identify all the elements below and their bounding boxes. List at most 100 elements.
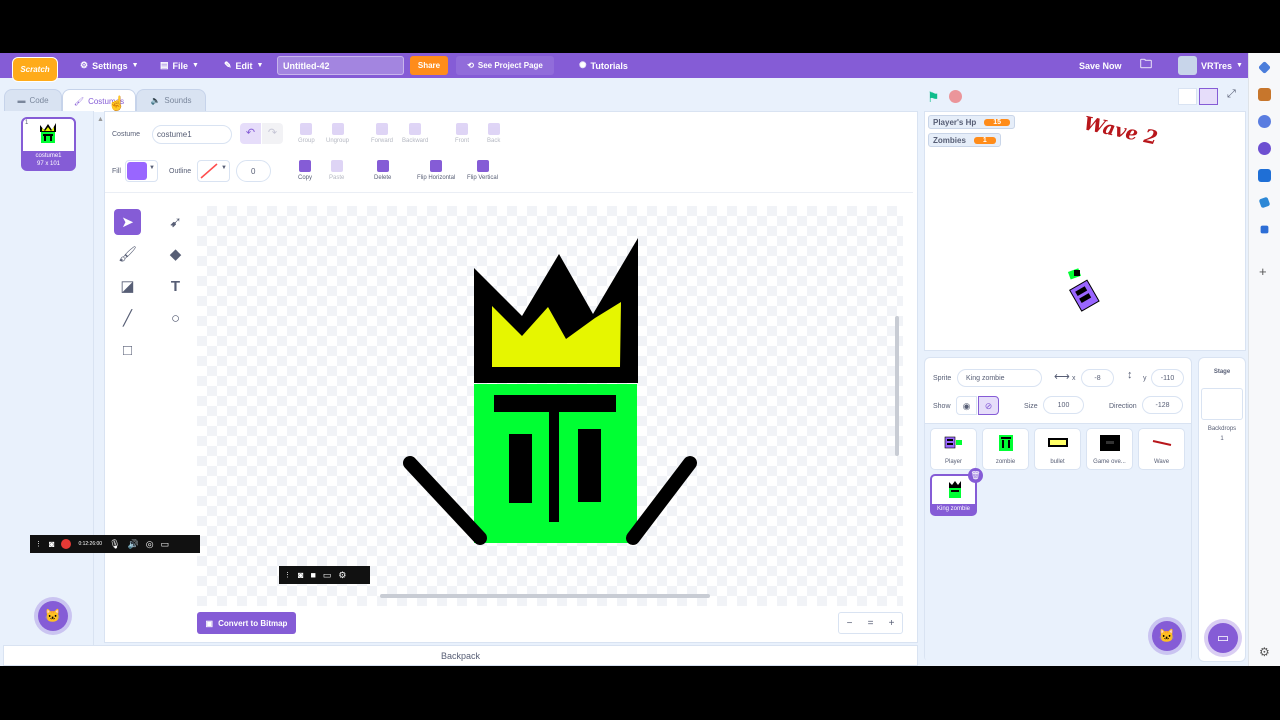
brush-tool[interactable]: 🖌 bbox=[114, 241, 141, 267]
tutorials-button[interactable]: ✺ Tutorials bbox=[579, 53, 628, 78]
copy-button[interactable]: Copy bbox=[298, 160, 312, 181]
size-label: Size bbox=[1024, 403, 1038, 410]
zoom-reset-button[interactable]: = bbox=[868, 618, 874, 629]
backpack-bar[interactable]: Backpack bbox=[3, 645, 918, 666]
project-title-input[interactable] bbox=[277, 56, 404, 75]
record-button[interactable] bbox=[61, 539, 72, 549]
direction-input[interactable]: -128 bbox=[1142, 396, 1183, 414]
plus-icon[interactable]: + bbox=[1259, 264, 1267, 279]
send-icon[interactable] bbox=[1258, 196, 1271, 209]
green-flag-icon[interactable]: ⚑ bbox=[927, 89, 940, 106]
circle-icon[interactable] bbox=[1258, 115, 1271, 128]
bing-icon[interactable] bbox=[1260, 225, 1269, 234]
delete-sprite-button[interactable]: 🗑 bbox=[968, 468, 983, 483]
share-button[interactable]: Share bbox=[410, 56, 448, 75]
speaker-icon: 🔈 bbox=[150, 96, 161, 105]
briefcase-icon[interactable] bbox=[1258, 88, 1271, 101]
small-stage-button[interactable] bbox=[1178, 88, 1197, 105]
horizontal-scrollbar[interactable] bbox=[380, 594, 710, 598]
video-icon[interactable]: ■ bbox=[310, 570, 315, 580]
zoom-in-button[interactable]: + bbox=[889, 618, 895, 629]
choose-costume-button[interactable]: 🐱 bbox=[38, 601, 68, 631]
eraser-tool[interactable]: ◆ bbox=[162, 241, 189, 267]
outlook-icon[interactable] bbox=[1258, 169, 1271, 182]
sprite-tile-bullet[interactable]: bullet bbox=[1034, 428, 1081, 470]
wave-thumbnail bbox=[1152, 440, 1172, 446]
show-visible-button[interactable]: ◉ bbox=[956, 396, 977, 415]
paint-canvas[interactable] bbox=[197, 206, 903, 606]
x-input[interactable]: -8 bbox=[1081, 369, 1114, 387]
gear-icon[interactable]: ⚙ bbox=[338, 570, 346, 581]
settings-menu[interactable]: ⚙ Settings ▼ bbox=[80, 53, 139, 78]
sprite-tile-player[interactable]: Player bbox=[930, 428, 977, 470]
gear-icon[interactable]: ⚙ bbox=[1259, 645, 1270, 659]
copilot-icon[interactable] bbox=[1258, 142, 1271, 155]
size-input[interactable]: 100 bbox=[1043, 396, 1084, 414]
rectangle-tool[interactable]: □ bbox=[114, 337, 141, 363]
tab-code[interactable]: ▬ Code bbox=[4, 89, 62, 111]
window-icon[interactable]: ▭ bbox=[323, 570, 332, 581]
line-tool[interactable]: ╱ bbox=[114, 305, 141, 331]
tag-icon[interactable] bbox=[1258, 61, 1271, 74]
vertical-scrollbar[interactable] bbox=[895, 316, 899, 456]
flip-horizontal-button[interactable]: Flip Horizontal bbox=[417, 160, 455, 181]
back-button[interactable]: Back bbox=[487, 123, 500, 144]
scroll-up-icon[interactable]: ▲ bbox=[97, 116, 104, 123]
backdrop-thumbnail[interactable] bbox=[1201, 388, 1243, 420]
stop-icon[interactable] bbox=[949, 90, 962, 103]
convert-to-bitmap-button[interactable]: ▣ Convert to Bitmap bbox=[197, 612, 296, 634]
ungroup-button[interactable]: Ungroup bbox=[326, 123, 349, 144]
group-button[interactable]: Group bbox=[298, 123, 315, 144]
front-button[interactable]: Front bbox=[455, 123, 469, 144]
sprite-tile-king-zombie[interactable]: King zombie 🗑 bbox=[930, 468, 983, 516]
screen-icon[interactable]: ▭ bbox=[161, 539, 170, 550]
save-now-button[interactable]: Save Now bbox=[1079, 53, 1122, 78]
reshape-tool[interactable]: ➹ bbox=[162, 209, 189, 235]
sprite-tile-game-over[interactable]: Game ove... bbox=[1086, 428, 1133, 470]
camera-icon[interactable]: ◙ bbox=[49, 539, 54, 549]
tab-sounds[interactable]: 🔈 Sounds bbox=[136, 89, 206, 111]
large-stage-button[interactable] bbox=[1199, 88, 1218, 105]
redo-button[interactable]: ↷ bbox=[262, 123, 283, 144]
folder-icon[interactable]: 🗀 bbox=[1140, 53, 1152, 78]
sprite-name-input[interactable]: King zombie bbox=[957, 369, 1042, 387]
fullscreen-icon[interactable]: ⤢ bbox=[1227, 88, 1236, 101]
backward-button[interactable]: Backward bbox=[402, 123, 428, 144]
account-menu[interactable]: VRTres ▼ bbox=[1178, 53, 1243, 78]
edit-menu[interactable]: ✎ Edit ▼ bbox=[224, 53, 263, 78]
webcam-icon[interactable]: ◎ bbox=[146, 539, 154, 550]
text-tool[interactable]: T bbox=[162, 273, 189, 299]
fill-color-picker[interactable]: ▼ bbox=[125, 160, 158, 182]
zoom-out-button[interactable]: − bbox=[847, 618, 853, 629]
file-menu[interactable]: ▤ File ▼ bbox=[160, 53, 199, 78]
see-project-page-button[interactable]: ⟲ See Project Page bbox=[456, 56, 554, 75]
show-hidden-button[interactable]: ⊘ bbox=[978, 396, 999, 415]
outline-width-input[interactable]: 0 bbox=[236, 160, 271, 182]
y-input[interactable]: -110 bbox=[1151, 369, 1184, 387]
choose-sprite-button[interactable]: 🐱 bbox=[1152, 621, 1182, 651]
undo-button[interactable]: ↶ bbox=[240, 123, 261, 144]
sprite-tile-zombie[interactable]: zombie bbox=[982, 428, 1029, 470]
costume-name-input[interactable]: costume1 bbox=[152, 125, 232, 144]
stage-target-pane[interactable]: Stage Backdrops 1 ▭ bbox=[1198, 357, 1246, 662]
scratch-logo[interactable]: Scratch bbox=[12, 57, 58, 82]
outline-color-picker[interactable]: ▼ bbox=[197, 160, 230, 182]
speaker-icon[interactable]: 🔊 bbox=[128, 539, 139, 550]
flip-vertical-button[interactable]: Flip Vertical bbox=[467, 160, 498, 181]
microphone-icon[interactable]: 🎙 bbox=[109, 539, 120, 550]
paste-button[interactable]: Paste bbox=[329, 160, 344, 181]
fill-tool[interactable]: ◪ bbox=[114, 273, 141, 299]
forward-button[interactable]: Forward bbox=[371, 123, 393, 144]
grip-icon[interactable]: ⋮ bbox=[284, 571, 291, 579]
costume-thumbnail[interactable]: 1 costume1 97 x 101 bbox=[21, 117, 76, 171]
grip-icon[interactable]: ⋮ bbox=[35, 540, 42, 548]
delete-button[interactable]: Delete bbox=[374, 160, 391, 181]
select-tool[interactable]: ➤ bbox=[114, 209, 141, 235]
circle-tool[interactable]: ○ bbox=[162, 305, 189, 331]
king-zombie-drawing bbox=[403, 238, 697, 545]
show-label: Show bbox=[933, 403, 951, 410]
camera-icon[interactable]: ◙ bbox=[298, 570, 303, 580]
choose-backdrop-button[interactable]: ▭ bbox=[1208, 623, 1238, 653]
stage[interactable]: Player's Hp 15 Zombies 1 Wave 2 bbox=[924, 111, 1246, 351]
sprite-tile-wave[interactable]: Wave bbox=[1138, 428, 1185, 470]
